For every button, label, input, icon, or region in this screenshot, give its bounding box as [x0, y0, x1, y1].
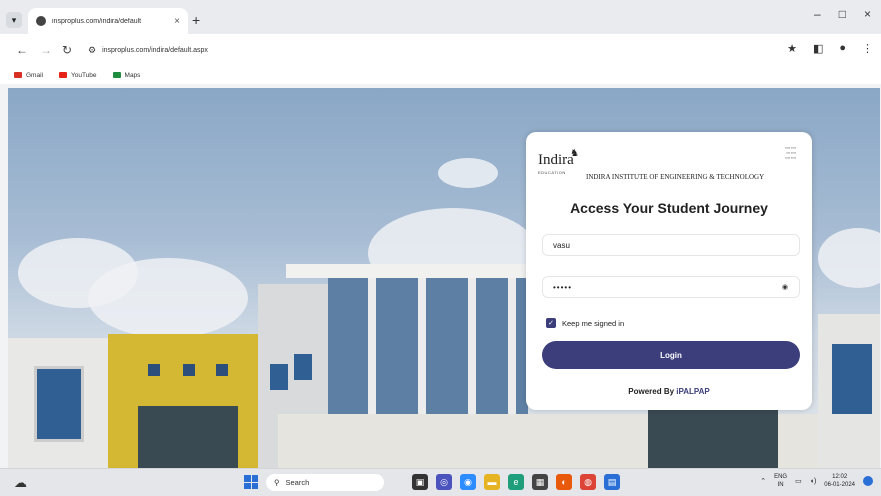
- menu-kebab-icon[interactable]: ⋮: [862, 42, 873, 55]
- site-favicon-icon: [36, 16, 46, 26]
- powered-prefix: Powered By: [628, 387, 677, 396]
- forward-arrow-icon[interactable]: →: [40, 43, 52, 57]
- clock-date: 06-01-2024: [824, 482, 855, 488]
- show-password-eye-icon[interactable]: ◉: [782, 283, 789, 291]
- bookmark-star-icon[interactable]: ★: [787, 42, 797, 55]
- login-card: Indira ♞ EDUCATION INDIRA INSTITUTE OF E…: [526, 132, 812, 410]
- system-tray: ⌃ ENG IN ▭ ◖) 12:02 06-01-2024: [760, 473, 873, 489]
- maps-icon: [112, 72, 121, 78]
- remember-label: Keep me signed in: [562, 318, 625, 328]
- lang-line2: IN: [777, 482, 784, 488]
- browser-tab-strip: ▾ insproplus.com/indira/default × + – □ …: [0, 0, 881, 34]
- login-heading: Access Your Student Journey: [570, 200, 768, 216]
- window-controls: – □ ×: [814, 7, 871, 21]
- gmail-icon: [14, 72, 22, 78]
- taskbar-apps: ▣ ◎ ◉ ▬ e ▦ ◐ ◍ ▤: [412, 474, 620, 490]
- taskbar: ☁ ⚲ Search ▣ ◎ ◉ ▬ e ▦ ◐ ◍ ▤ ⌃ ENG IN ▭ …: [0, 468, 881, 496]
- toolbar-icons: ★ ◧ ● ⋮: [787, 42, 873, 55]
- password-value: •••••: [553, 282, 573, 292]
- institute-name: INDIRA INSTITUTE OF ENGINEERING & TECHNO…: [586, 173, 765, 181]
- username-input[interactable]: vasu: [542, 234, 800, 256]
- zoom-icon[interactable]: ◉: [460, 474, 476, 490]
- horse-logo-icon: ♞: [570, 148, 579, 159]
- bookmark-maps[interactable]: Maps: [112, 71, 141, 79]
- volume-icon[interactable]: ◖): [810, 478, 817, 485]
- reload-icon[interactable]: ↻: [62, 43, 72, 57]
- bookmark-label: Maps: [124, 71, 141, 79]
- address-bar-url: insproplus.com/indira/default.aspx: [102, 46, 208, 54]
- bookmarks-bar: Gmail YouTube Maps: [0, 66, 881, 84]
- clock[interactable]: 12:02 06-01-2024: [824, 473, 855, 489]
- bookmark-gmail[interactable]: Gmail: [14, 72, 43, 79]
- bookmark-label: YouTube: [70, 71, 97, 79]
- language-indicator[interactable]: ENG IN: [774, 473, 787, 489]
- back-arrow-icon[interactable]: ←: [16, 43, 28, 57]
- edge-icon[interactable]: e: [508, 474, 524, 490]
- new-tab-button[interactable]: +: [192, 12, 200, 28]
- store-icon[interactable]: ▦: [532, 474, 548, 490]
- address-bar[interactable]: ⚙ insproplus.com/indira/default.aspx: [88, 41, 778, 59]
- network-icon[interactable]: ▭: [795, 477, 802, 485]
- taskbar-search[interactable]: ⚲ Search: [266, 474, 384, 491]
- youtube-icon: [58, 72, 67, 78]
- maximize-button[interactable]: □: [839, 7, 846, 21]
- login-button[interactable]: Login: [542, 341, 800, 369]
- minimize-button[interactable]: –: [814, 7, 821, 21]
- powered-by: Powered By iPALPAP: [526, 387, 812, 396]
- username-value: vasu: [553, 240, 570, 250]
- browser-toolbar: ← → ↻ ⚙ insproplus.com/indira/default.as…: [0, 34, 881, 66]
- app-icon[interactable]: ▤: [604, 474, 620, 490]
- close-window-button[interactable]: ×: [864, 7, 871, 21]
- password-input[interactable]: ••••• ◉: [542, 276, 800, 298]
- clock-time: 12:02: [832, 474, 848, 480]
- chat-icon[interactable]: ◎: [436, 474, 452, 490]
- logo-subtext: EDUCATION: [538, 170, 566, 175]
- file-explorer-icon[interactable]: ▬: [484, 474, 500, 490]
- powered-brand-link[interactable]: iPALPAP: [676, 387, 709, 396]
- search-icon: ⚲: [274, 478, 280, 487]
- taskbar-search-label: Search: [285, 478, 310, 487]
- site-info-icon[interactable]: ⚙: [88, 45, 96, 56]
- bookmark-youtube[interactable]: YouTube: [58, 71, 97, 79]
- accreditation-logos: ▪▪▪▪ ▪▪▪▪ ▪▪▪ ▪▪▪▪ ▪▪▪▪ ▪▪▪▪: [785, 146, 796, 160]
- tab-search-button[interactable]: ▾: [6, 12, 22, 28]
- institute-logo: Indira: [538, 152, 574, 168]
- profile-icon[interactable]: ●: [839, 42, 846, 55]
- tab-title: insproplus.com/indira/default: [52, 17, 142, 25]
- task-view-icon[interactable]: ▣: [412, 474, 428, 490]
- tab-close-icon[interactable]: ×: [174, 16, 180, 27]
- remember-me[interactable]: ✓ Keep me signed in: [546, 318, 624, 328]
- side-panel-icon[interactable]: ◧: [813, 42, 823, 55]
- tray-chevron-icon[interactable]: ⌃: [760, 477, 766, 485]
- remember-checkbox[interactable]: ✓: [546, 318, 556, 328]
- browser-tab[interactable]: insproplus.com/indira/default ×: [28, 8, 188, 34]
- chrome-icon[interactable]: ◍: [580, 474, 596, 490]
- weather-widget-icon[interactable]: ☁: [14, 475, 27, 491]
- bookmark-label: Gmail: [26, 71, 43, 79]
- notifications-icon[interactable]: [863, 476, 873, 486]
- lang-line1: ENG: [774, 474, 788, 480]
- firefox-icon[interactable]: ◐: [556, 474, 572, 490]
- start-button[interactable]: [244, 475, 258, 489]
